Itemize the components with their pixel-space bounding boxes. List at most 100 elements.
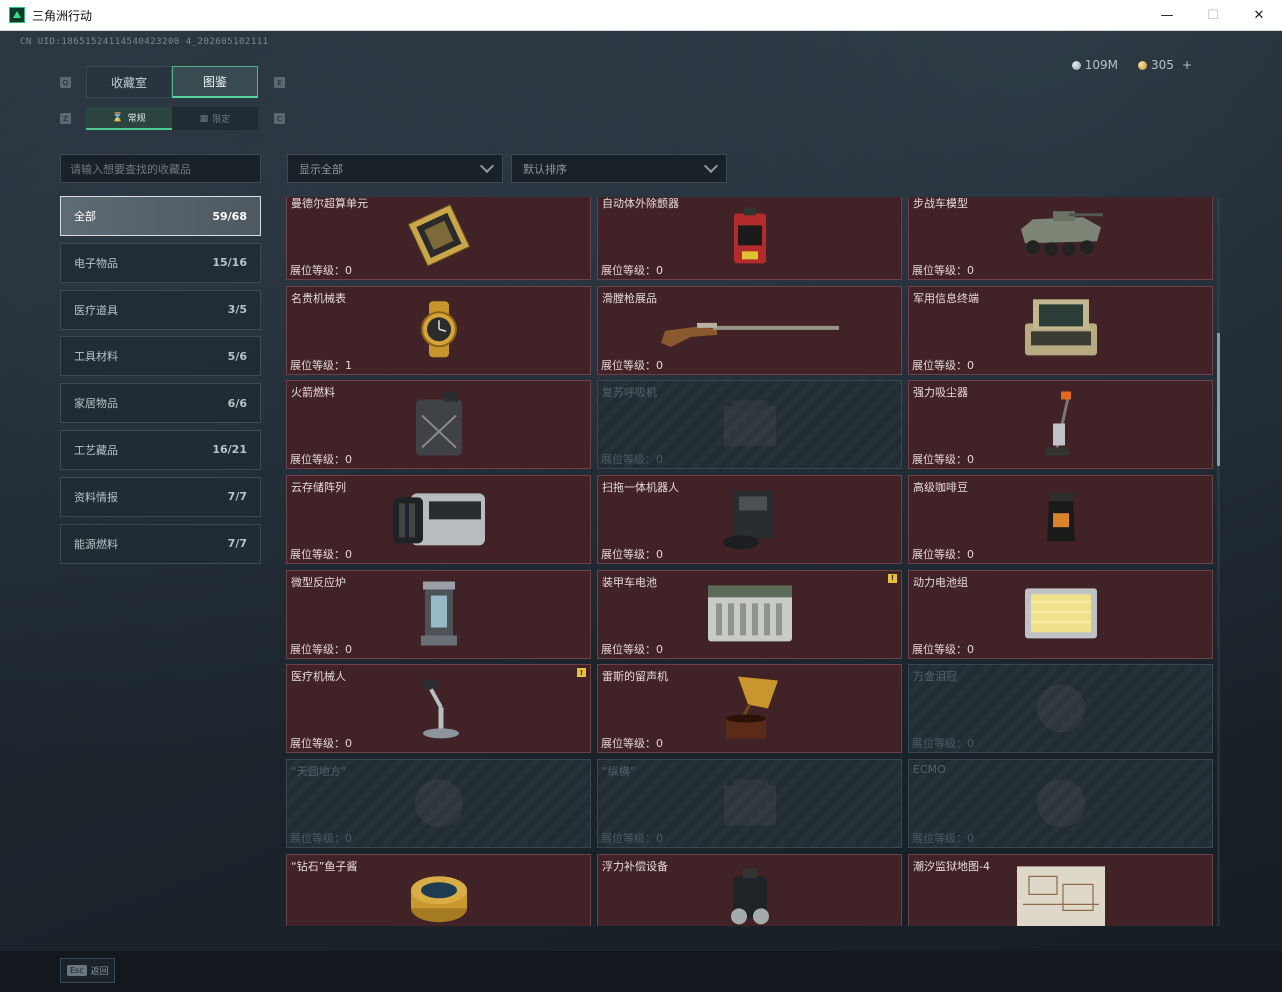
level-label: 展位等级： — [601, 548, 656, 562]
category-count: 59/68 — [212, 209, 247, 223]
collection-item-card[interactable]: 动力电池组 展位等级：0 — [908, 569, 1213, 659]
level-value: 0 — [967, 358, 974, 372]
terminal-icon — [1019, 298, 1103, 366]
sort-dropdown[interactable]: 默认排序 — [511, 154, 727, 183]
tab-collection-room[interactable]: 收藏室 — [86, 66, 172, 98]
level-label: 展位等级： — [601, 453, 656, 467]
scroll-thumb[interactable] — [1217, 333, 1220, 466]
powercell-icon — [1021, 583, 1101, 649]
collection-item-card[interactable]: “天圆地方” 展位等级：0 — [286, 759, 591, 849]
orb-icon — [1031, 773, 1091, 837]
level-label: 展位等级： — [290, 358, 345, 372]
item-level: 展位等级：0 — [601, 735, 663, 751]
category-label: 电子物品 — [74, 256, 118, 270]
item-name: 微型反应炉 — [291, 575, 346, 589]
collection-grid: 曼德尔超算单元 展位等级：0 自动体外除颤器 展位等级：0 步战车模型 展位等级：0 名贵机… — [286, 197, 1214, 926]
category-intel[interactable]: 资料情报 7/7 — [60, 476, 261, 517]
level-value: 0 — [967, 548, 974, 562]
filter-dropdown[interactable]: 显示全部 — [287, 154, 503, 183]
main-tabs: 收藏室 图鉴 — [86, 66, 258, 98]
box-icon — [718, 775, 782, 835]
collection-item-card[interactable]: 微型反应炉 展位等级：0 — [286, 569, 591, 659]
level-value: 0 — [656, 548, 663, 562]
item-name: 强力吸尘器 — [913, 386, 968, 400]
level-label: 展位等级： — [290, 642, 345, 656]
category-crafts[interactable]: 工艺藏品 16/21 — [60, 429, 261, 470]
reactor-icon — [415, 578, 463, 654]
category-label: 能源燃料 — [74, 537, 118, 551]
close-button[interactable]: ✕ — [1236, 0, 1282, 31]
collection-item-card[interactable]: 滑膛枪展品 展位等级：0 — [597, 285, 902, 375]
minimize-button[interactable]: — — [1144, 0, 1190, 31]
maximize-button[interactable]: ☐ — [1190, 0, 1236, 31]
gold-amount: 305 — [1151, 58, 1174, 72]
subtab-limited-label: 限定 — [212, 115, 231, 125]
level-value: 0 — [345, 548, 352, 562]
collection-item-card[interactable]: 装甲车电池 展位等级：0! — [597, 569, 902, 659]
level-label: 展位等级： — [912, 548, 967, 562]
category-all[interactable]: 全部 59/68 — [60, 196, 261, 236]
collection-item-card[interactable]: “纵横” 展位等级：0 — [597, 759, 902, 849]
category-list: 全部 59/68 电子物品 15/16 医疗道具 3/5 工具材料 5/6 家居… — [60, 196, 261, 570]
level-label: 展位等级： — [290, 264, 345, 277]
item-level: 展位等级：0 — [912, 830, 974, 846]
item-name: 名贵机械表 — [291, 291, 346, 305]
category-tools[interactable]: 工具材料 5/6 — [60, 336, 261, 377]
box-icon — [718, 396, 782, 456]
collection-item-card[interactable]: 军用信息终端 展位等级：0 — [908, 285, 1213, 375]
collection-item-card[interactable]: 自动体外除颤器 展位等级：0 — [597, 197, 902, 280]
server-icon — [389, 487, 489, 555]
item-name: 滑膛枪展品 — [602, 291, 657, 305]
item-level: 展位等级：1 — [290, 357, 352, 373]
item-level: 展位等级：0 — [601, 546, 663, 562]
category-count: 7/7 — [227, 490, 247, 504]
category-electronics[interactable]: 电子物品 15/16 — [60, 242, 261, 283]
collection-item-card[interactable]: 强力吸尘器 展位等级：0 — [908, 380, 1213, 470]
category-label: 医疗道具 — [74, 303, 118, 317]
tab-codex[interactable]: 图鉴 — [172, 66, 258, 98]
collection-item-card[interactable]: 曼德尔超算单元 展位等级：0 — [286, 197, 591, 280]
collection-item-card[interactable]: ECMO 展位等级：0 — [908, 759, 1213, 849]
window-titlebar: 三角洲行动 — ☐ ✕ — [0, 0, 1282, 31]
level-label: 展位等级： — [290, 832, 345, 846]
collection-item-card[interactable]: 扫拖一体机器人 展位等级：0 — [597, 475, 902, 565]
gold-currency[interactable]: 305 + — [1138, 58, 1192, 72]
category-medical[interactable]: 医疗道具 3/5 — [60, 289, 261, 330]
grid-scrollbar[interactable] — [1217, 197, 1220, 926]
add-currency-button[interactable]: + — [1182, 58, 1192, 72]
collection-item-card[interactable]: 名贵机械表展位等级：1 — [286, 285, 591, 375]
back-button[interactable]: Esc 返回 — [60, 958, 115, 983]
level-value: 0 — [345, 832, 352, 846]
item-level: 展位等级：0 — [601, 451, 663, 467]
collection-item-card[interactable]: “钻石”鱼子酱 — [286, 853, 591, 926]
new-badge-icon: ! — [888, 573, 897, 583]
collection-item-card[interactable]: 火箭燃料 展位等级：0 — [286, 380, 591, 470]
filter-dropdown-value: 显示全部 — [299, 162, 343, 176]
collection-item-card[interactable]: 浮力补偿设备 — [597, 853, 902, 926]
category-energy[interactable]: 能源燃料 7/7 — [60, 523, 261, 564]
item-name: “天圆地方” — [291, 765, 347, 779]
collection-item-card[interactable]: 云存储阵列 展位等级：0 — [286, 475, 591, 565]
hourglass-icon: ⌛ — [112, 112, 124, 123]
collection-item-card[interactable]: 复苏呼吸机 展位等级：0 — [597, 380, 902, 470]
category-label: 全部 — [74, 210, 96, 223]
new-badge-icon: ! — [577, 668, 586, 678]
level-label: 展位等级： — [912, 264, 967, 277]
map-icon — [1015, 865, 1107, 926]
window-title: 三角洲行动 — [32, 8, 93, 23]
silver-coin-icon — [1071, 60, 1081, 70]
back-label: 返回 — [90, 967, 109, 977]
collection-item-card[interactable]: 潮汐监狱地图-4 — [908, 853, 1213, 926]
collection-item-card[interactable]: 雷斯的留声机 展位等级：0 — [597, 664, 902, 754]
collection-item-card[interactable]: 步战车模型 展位等级：0 — [908, 197, 1213, 280]
collection-item-card[interactable]: 高级咖啡豆 展位等级：0 — [908, 475, 1213, 565]
subtab-limited[interactable]: ▦ 限定 — [172, 107, 258, 130]
level-value: 0 — [345, 737, 352, 751]
level-label: 展位等级： — [912, 642, 967, 656]
collection-item-card[interactable]: 医疗机械人 展位等级：0! — [286, 664, 591, 754]
category-household[interactable]: 家居物品 6/6 — [60, 383, 261, 424]
subtab-regular[interactable]: ⌛ 常规 — [86, 107, 172, 130]
medbot-icon — [415, 677, 463, 743]
search-input[interactable]: 请输入想要查找的收藏品 — [60, 154, 261, 183]
collection-item-card[interactable]: 万金泪冠 展位等级：0 — [908, 664, 1213, 754]
